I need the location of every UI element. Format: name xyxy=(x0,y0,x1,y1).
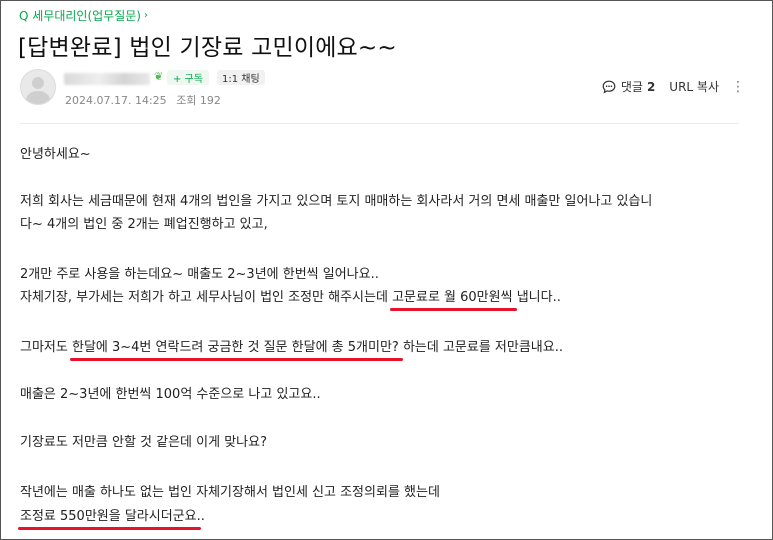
post-actions: 댓글 2 URL 복사 ⋮ xyxy=(602,78,745,95)
content-text: 하는데 고문료를 저만큼내요.. xyxy=(398,340,563,355)
content-line: 2개만 주로 사용을 하는데요~ 매출도 2~3년에 한번씩 일어나요.. xyxy=(20,267,379,282)
highlighted-text: 한달에 3~4번 연락드려 궁금한 것 질문 한달에 총 5개미만? xyxy=(71,340,399,355)
content-text: 그마저도 xyxy=(20,340,72,355)
post-title: [답변완료] 법인 기장료 고민이에요~~ xyxy=(18,35,397,61)
board-link[interactable]: Q 세무대리인(업무질문) › xyxy=(19,7,148,24)
content-line: 다~ 4개의 법인 중 2개는 폐업진행하고 있고, xyxy=(20,217,268,232)
chevron-right-icon: › xyxy=(143,10,148,21)
post-date: 2024.07.17. 14:25 xyxy=(65,94,167,107)
header-divider xyxy=(20,123,739,124)
content-text: 자체기장, 부가세는 저희가 하고 세무사님이 법인 조정만 해주시는데 xyxy=(20,290,393,305)
view-count: 조회 192 xyxy=(176,94,221,107)
chat-button[interactable]: 1:1 채팅 xyxy=(217,70,265,85)
avatar[interactable] xyxy=(20,69,56,105)
post-meta: 2024.07.17. 14:25 조회 192 xyxy=(65,92,221,108)
more-vertical-icon[interactable]: ⋮ xyxy=(731,80,745,94)
highlighted-text: 고문료로 월 60만원씩 xyxy=(392,290,513,305)
comment-button[interactable]: 댓글 2 xyxy=(602,78,655,95)
follow-button[interactable]: + 구독 xyxy=(167,70,209,85)
highlighted-text: 조정료 550만원을 달라시더군요 xyxy=(20,509,197,524)
comment-bubble-icon xyxy=(602,80,616,94)
content-greeting: 안녕하세요~ xyxy=(20,147,91,162)
comment-label: 댓글 xyxy=(620,80,643,94)
leaf-icon: ❦ xyxy=(154,70,164,83)
content-line: 자체기장, 부가세는 저희가 하고 세무사님이 법인 조정만 해주시는데 고문료… xyxy=(20,289,561,307)
content-line: 작년에는 매출 하나도 없는 법인 자체기장해서 법인세 신고 조정의뢰를 했는… xyxy=(20,485,440,500)
content-line: 조정료 550만원을 달라시더군요.. xyxy=(20,508,205,526)
content-text: .. xyxy=(196,509,205,524)
content-text: 냅니다.. xyxy=(512,290,561,305)
content-line: 그마저도 한달에 3~4번 연락드려 궁금한 것 질문 한달에 총 5개미만? … xyxy=(20,339,563,357)
url-copy-button[interactable]: URL 복사 xyxy=(669,78,719,95)
board-name: Q 세무대리인(업무질문) xyxy=(19,9,141,23)
content-line: 매출은 2~3년에 한번씩 100억 수준으로 나고 있고요.. xyxy=(20,387,321,402)
author-row: ❦ + 구독 1:1 채팅 2024.07.17. 14:25 조회 192 댓… xyxy=(20,69,745,109)
author-nickname-blurred[interactable] xyxy=(64,73,150,85)
comment-count: 2 xyxy=(646,79,656,94)
content-line: 저희 회사는 세금때문에 현재 4개의 법인을 가지고 있으며 토지 매매하는 … xyxy=(20,194,653,209)
window-frame: Q 세무대리인(업무질문) › [답변완료] 법인 기장료 고민이에요~~ ❦ … xyxy=(0,0,773,540)
content-line: 기장료도 저만큼 안할 것 같은데 이게 맞나요? xyxy=(20,435,267,450)
